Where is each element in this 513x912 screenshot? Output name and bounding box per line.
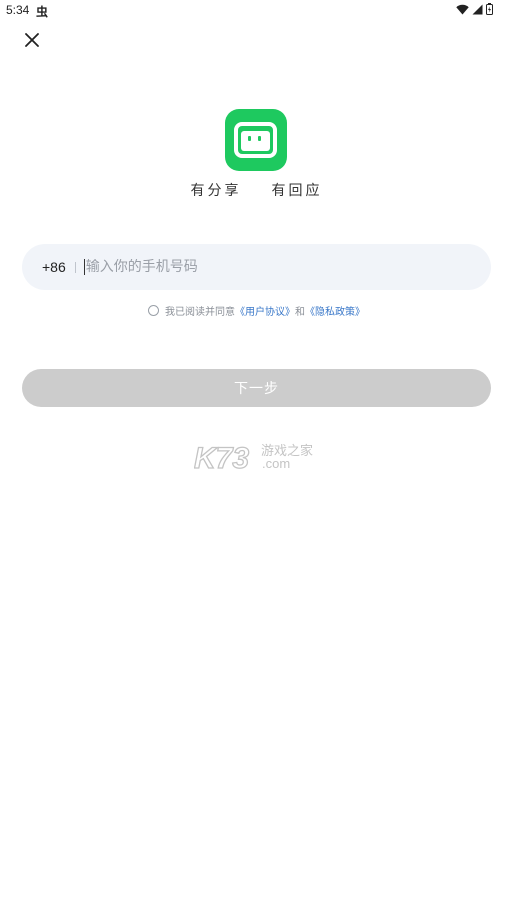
agreement-radio[interactable] bbox=[148, 305, 159, 316]
agreement-row: 我已阅读并同意 《用户协议》 和 《隐私政策》 bbox=[0, 303, 513, 318]
country-code-selector[interactable]: +86 bbox=[42, 259, 66, 275]
svg-text:K73: K73 bbox=[194, 442, 249, 472]
status-bar: 5:34 虫 bbox=[0, 0, 513, 22]
svg-text:.com: .com bbox=[262, 456, 290, 471]
close-button[interactable] bbox=[20, 28, 44, 52]
close-icon bbox=[25, 33, 39, 47]
tagline-reply: 有回应 bbox=[271, 183, 323, 199]
app-logo-icon bbox=[234, 122, 277, 158]
next-button[interactable]: 下一步 bbox=[22, 369, 491, 407]
agreement-prefix: 我已阅读并同意 bbox=[165, 307, 235, 318]
k73-watermark-logo: K73 游戏之家 .com bbox=[194, 441, 313, 472]
notification-icon: 虫 bbox=[36, 5, 49, 19]
status-icons bbox=[456, 3, 493, 15]
privacy-policy-link[interactable]: 《隐私政策》 bbox=[305, 303, 365, 318]
status-time: 5:34 bbox=[6, 3, 30, 17]
user-agreement-link[interactable]: 《用户协议》 bbox=[235, 303, 295, 318]
phone-number-input[interactable] bbox=[83, 259, 466, 275]
battery-icon bbox=[486, 3, 493, 15]
app-logo bbox=[225, 109, 287, 171]
tagline-share: 有分享 bbox=[190, 183, 242, 199]
login-screen: 5:34 虫 有分享 有回应 +86 输入你的手机号码 我已阅读并同意 《用户协… bbox=[0, 0, 513, 912]
phone-input-box: +86 bbox=[22, 244, 491, 290]
wifi-icon bbox=[456, 4, 469, 14]
app-tagline: 有分享 有回应 bbox=[0, 180, 513, 200]
agreement-joiner: 和 bbox=[295, 307, 305, 318]
signal-icon bbox=[472, 4, 483, 14]
divider bbox=[74, 261, 76, 273]
